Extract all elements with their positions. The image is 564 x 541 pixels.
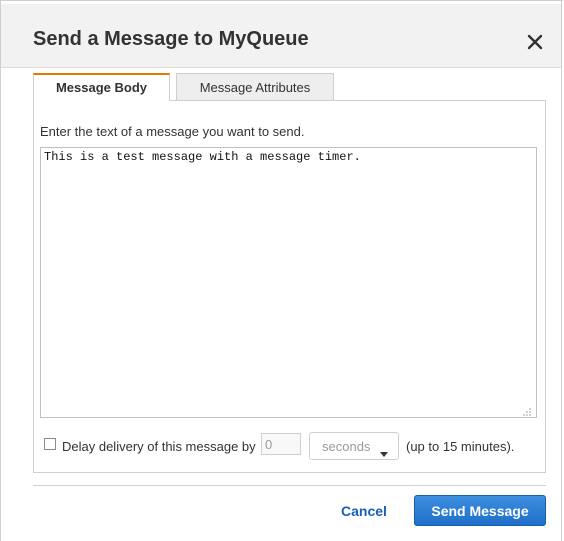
close-icon[interactable] <box>523 30 547 54</box>
tab-message-body[interactable]: Message Body <box>33 73 170 101</box>
message-body-textarea[interactable]: This is a test message with a message ti… <box>40 147 537 418</box>
send-message-button[interactable]: Send Message <box>414 495 546 526</box>
footer-divider <box>33 485 546 486</box>
delay-delivery-row: Delay delivery of this message by second… <box>44 431 539 461</box>
message-instruction: Enter the text of a message you want to … <box>40 124 305 139</box>
send-message-dialog: Send a Message to MyQueue Message Body M… <box>0 0 563 541</box>
dialog-header: Send a Message to MyQueue <box>1 4 561 68</box>
delay-delivery-label: Delay delivery of this message by <box>62 439 256 454</box>
tab-message-attributes[interactable]: Message Attributes <box>176 73 334 101</box>
delay-value-input[interactable] <box>261 433 301 455</box>
delay-unit-select[interactable]: seconds <box>309 432 399 460</box>
delay-unit-value: seconds <box>322 439 371 454</box>
delay-limit-hint: (up to 15 minutes). <box>406 439 515 454</box>
delay-delivery-checkbox[interactable] <box>44 438 56 450</box>
cancel-button[interactable]: Cancel <box>341 503 387 519</box>
caret-down-icon <box>380 444 388 457</box>
message-body-panel: Enter the text of a message you want to … <box>33 100 546 473</box>
resize-grip-icon[interactable] <box>522 404 532 416</box>
dialog-title: Send a Message to MyQueue <box>33 28 309 50</box>
